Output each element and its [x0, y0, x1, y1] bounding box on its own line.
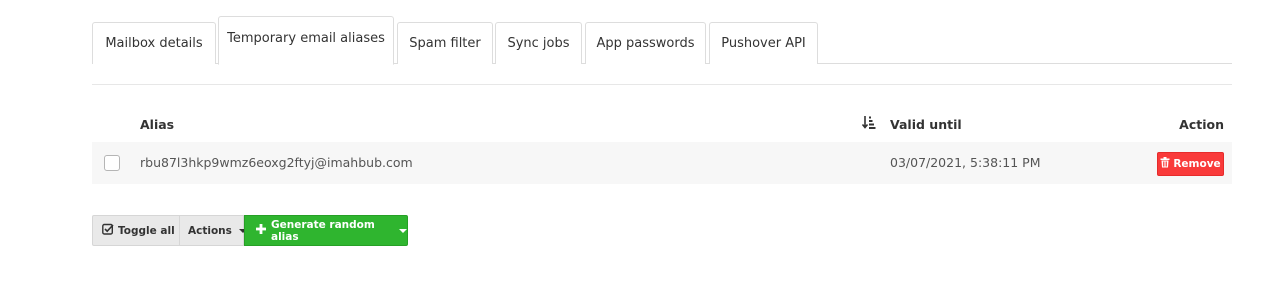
- remove-button-label: Remove: [1173, 158, 1221, 170]
- remove-button[interactable]: Remove: [1157, 152, 1224, 176]
- generate-random-alias-button[interactable]: Generate random alias: [244, 215, 408, 246]
- caret-down-icon: [399, 228, 407, 233]
- tab-label: App passwords: [596, 36, 695, 51]
- tab-app-passwords[interactable]: App passwords: [585, 22, 706, 64]
- tab-label: Spam filter: [409, 36, 481, 51]
- toggle-all-label: Toggle all: [118, 224, 175, 237]
- table-header: Alias Valid until Action: [92, 108, 1232, 140]
- column-header-action: Action: [1179, 117, 1224, 132]
- actions-dropdown-button[interactable]: Actions: [179, 215, 247, 246]
- plus-icon: [256, 224, 266, 237]
- tab-pushover-api[interactable]: Pushover API: [709, 22, 818, 64]
- tab-label: Temporary email aliases: [227, 31, 385, 46]
- tab-label: Sync jobs: [507, 36, 570, 51]
- tab-label: Mailbox details: [105, 36, 203, 51]
- tab-mailbox-details[interactable]: Mailbox details: [92, 22, 216, 64]
- toggle-all-button[interactable]: Toggle all: [92, 215, 179, 246]
- trash-icon: [1160, 157, 1170, 171]
- column-header-valid-until[interactable]: Valid until: [890, 117, 962, 132]
- table-row: rbu87l3hkp9wmz6eoxg2ftyj@imahbub.com 03/…: [92, 142, 1232, 184]
- tab-spam-filter[interactable]: Spam filter: [397, 22, 493, 64]
- action-toolbar: Toggle all Actions Generate random alias: [92, 215, 408, 246]
- check-square-icon: [102, 223, 114, 238]
- valid-until-value: 03/07/2021, 5:38:11 PM: [890, 155, 1041, 170]
- alias-address: rbu87l3hkp9wmz6eoxg2ftyj@imahbub.com: [140, 155, 413, 170]
- row-checkbox[interactable]: [104, 155, 120, 171]
- tab-temporary-email-aliases[interactable]: Temporary email aliases: [218, 16, 394, 65]
- tab-bar: Mailbox details Temporary email aliases …: [92, 16, 1232, 65]
- divider: [92, 84, 1232, 85]
- actions-label: Actions: [188, 224, 232, 237]
- tab-label: Pushover API: [721, 36, 806, 51]
- tab-sync-jobs[interactable]: Sync jobs: [495, 22, 582, 64]
- generate-label: Generate random alias: [271, 218, 375, 243]
- sort-amount-desc-icon[interactable]: [861, 115, 876, 133]
- column-header-alias[interactable]: Alias: [140, 117, 174, 132]
